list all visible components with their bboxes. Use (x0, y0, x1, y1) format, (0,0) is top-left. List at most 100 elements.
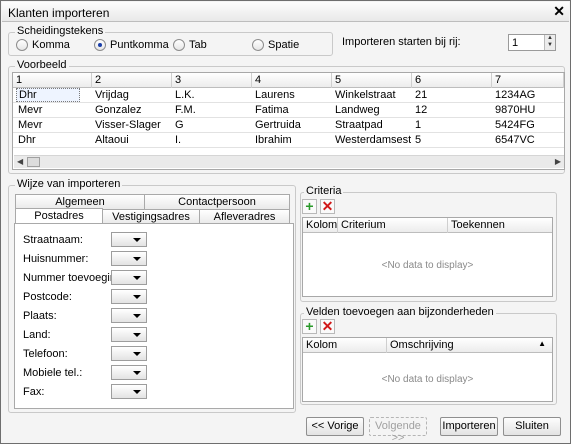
preview-col-7[interactable]: 7 (492, 73, 564, 88)
table-cell: 5 (415, 134, 422, 146)
delete-field-icon[interactable]: ✕ (320, 319, 335, 334)
nummer-toevoeging-select[interactable] (111, 270, 147, 285)
preview-col-5[interactable]: 5 (332, 73, 412, 88)
tab-vestigingsadres[interactable]: Vestigingsadres (102, 209, 200, 224)
table-cell: F.M. (175, 104, 196, 116)
table-row[interactable]: Dhr Altaoui I. Ibrahim Westerdamsestraat… (13, 133, 564, 148)
radio-spatie-label: Spatie (268, 39, 300, 51)
criteria-col-kolom[interactable]: Kolom (303, 218, 338, 233)
radio-puntkomma-icon (94, 39, 106, 51)
criteria-empty-text: <No data to display> (381, 260, 474, 271)
extra-col-kolom[interactable]: Kolom (303, 338, 387, 353)
preview-col-6[interactable]: 6 (412, 73, 492, 88)
radio-tab-label: Tab (189, 39, 207, 51)
close-button[interactable]: Sluiten (503, 417, 561, 436)
preview-grid[interactable]: 1 2 3 4 5 6 7 Dhr Vrijdag L.K. Laurens W… (12, 72, 565, 170)
title-bar: Klanten importeren ✕ (2, 2, 569, 22)
straatnaam-select[interactable] (111, 232, 147, 247)
table-cell: Gonzalez (95, 104, 142, 116)
preview-col-2[interactable]: 2 (92, 73, 172, 88)
radio-tab-icon (173, 39, 185, 51)
table-cell: Vrijdag (95, 89, 129, 101)
start-row-value: 1 (512, 37, 519, 49)
field-label: Straatnaam: (23, 234, 83, 246)
fax-select[interactable] (111, 384, 147, 399)
table-cell: Laurens (255, 89, 295, 101)
field-label: Postcode: (23, 291, 72, 303)
field-label: Land: (23, 329, 51, 341)
mobiele-tel-select[interactable] (111, 365, 147, 380)
tab-algemeen[interactable]: Algemeen (15, 194, 145, 209)
field-label: Huisnummer: (23, 253, 89, 265)
close-icon[interactable]: ✕ (553, 3, 565, 20)
radio-spatie-icon (252, 39, 264, 51)
extra-fields-legend: Velden toevoegen aan bijzonderheden (304, 306, 496, 318)
table-cell: Winkelstraat (335, 89, 396, 101)
start-row-label: Importeren starten bij rij: (342, 36, 461, 48)
horizontal-scrollbar[interactable]: ◀ ▶ (14, 155, 564, 168)
sort-ascending-icon[interactable]: ▲ (538, 339, 546, 348)
table-cell: 5424FG (495, 119, 535, 131)
criteria-grid[interactable]: Kolom Criterium Toekennen <No data to di… (302, 217, 553, 297)
next-button[interactable]: Volgende >> (369, 417, 427, 444)
extra-col-omschrijving[interactable]: Omschrijving (387, 338, 537, 353)
table-row[interactable]: Mevr Gonzalez F.M. Fatima Landweg 12 987… (13, 103, 564, 118)
preview-col-3[interactable]: 3 (172, 73, 252, 88)
preview-col-4[interactable]: 4 (252, 73, 332, 88)
table-cell: Altaoui (95, 134, 129, 146)
scroll-left-icon[interactable]: ◀ (17, 157, 23, 166)
telefoon-select[interactable] (111, 346, 147, 361)
scroll-right-icon[interactable]: ▶ (555, 157, 561, 166)
table-cell: Ibrahim (255, 134, 292, 146)
radio-tab[interactable]: Tab (173, 39, 207, 51)
table-cell: 1 (415, 119, 422, 131)
postcode-select[interactable] (111, 289, 147, 304)
import-button[interactable]: Importeren (440, 417, 498, 436)
criteria-col-toekennen[interactable]: Toekennen (448, 218, 552, 233)
separators-legend: Scheidingstekens (15, 25, 106, 37)
table-cell: 9870HU (495, 104, 536, 116)
import-dialog: Klanten importeren ✕ Scheidingstekens Ko… (0, 0, 571, 444)
table-row[interactable]: Mevr Visser-Slager G Gertruida Straatpad… (13, 118, 564, 133)
table-cell: Dhr (16, 88, 80, 102)
huisnummer-select[interactable] (111, 251, 147, 266)
add-criterion-icon[interactable]: + (302, 199, 317, 214)
radio-puntkomma[interactable]: Puntkomma (94, 39, 169, 51)
field-label: Mobiele tel.: (23, 367, 83, 379)
tab-contactpersoon[interactable]: Contactpersoon (144, 194, 290, 209)
scroll-thumb[interactable] (27, 157, 40, 167)
table-cell: Straatpad (335, 119, 383, 131)
start-row-stepper[interactable]: 1 ▲ ▼ (508, 34, 556, 51)
table-cell: 6547VC (495, 134, 535, 146)
tab-postadres[interactable]: Postadres (15, 208, 103, 224)
table-cell: L.K. (175, 89, 195, 101)
table-cell: G (175, 119, 184, 131)
window-title: Klanten importeren (8, 6, 110, 20)
import-mode-legend: Wijze van importeren (15, 178, 123, 190)
table-cell: Dhr (18, 134, 36, 146)
extra-fields-grid[interactable]: Kolom Omschrijving ▲ <No data to display… (302, 337, 553, 402)
table-cell: Westerdamsestraat (335, 134, 411, 146)
radio-komma[interactable]: Komma (16, 39, 70, 51)
radio-komma-icon (16, 39, 28, 51)
table-cell: Mevr (18, 104, 43, 116)
add-field-icon[interactable]: + (302, 319, 317, 334)
land-select[interactable] (111, 327, 147, 342)
prev-button[interactable]: << Vorige (306, 417, 364, 436)
criteria-legend: Criteria (304, 185, 344, 197)
table-cell: Visser-Slager (95, 119, 161, 131)
preview-col-1[interactable]: 1 (13, 73, 92, 88)
delete-criterion-icon[interactable]: ✕ (320, 199, 335, 214)
tab-afleveradres[interactable]: Afleveradres (199, 209, 290, 224)
radio-spatie[interactable]: Spatie (252, 39, 299, 51)
radio-puntkomma-label: Puntkomma (110, 39, 169, 51)
stepper-arrows-icon[interactable]: ▲ ▼ (544, 35, 555, 50)
table-cell: 12 (415, 104, 428, 116)
table-cell: Landweg (335, 104, 380, 116)
criteria-col-criterium[interactable]: Criterium (338, 218, 448, 233)
table-cell: 21 (415, 89, 428, 101)
plaats-select[interactable] (111, 308, 147, 323)
preview-header: 1 2 3 4 5 6 7 (13, 73, 564, 88)
table-row[interactable]: Dhr Vrijdag L.K. Laurens Winkelstraat 21… (13, 88, 564, 103)
table-cell: Mevr (18, 119, 43, 131)
